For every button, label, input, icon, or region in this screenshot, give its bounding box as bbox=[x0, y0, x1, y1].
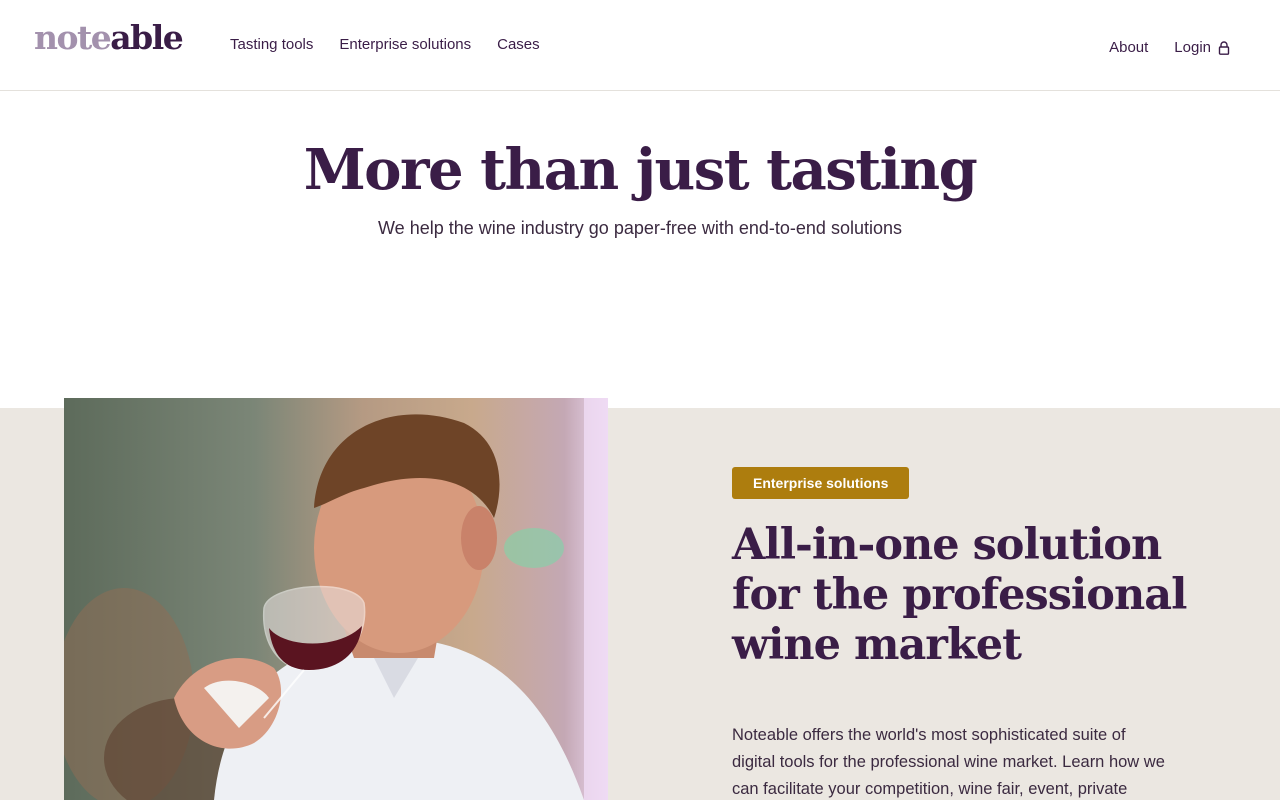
site-header: noteable Tasting tools Enterprise soluti… bbox=[0, 0, 1280, 91]
login-link[interactable]: Login bbox=[1174, 39, 1230, 57]
nav-cases[interactable]: Cases bbox=[497, 36, 540, 54]
main-nav: Tasting tools Enterprise solutions Cases bbox=[230, 36, 540, 54]
lock-icon bbox=[1218, 41, 1230, 55]
section-title: All-in-one solution for the professional… bbox=[732, 520, 1187, 670]
logo[interactable]: noteable bbox=[34, 18, 184, 58]
hero-title: More than just tasting bbox=[303, 137, 978, 203]
login-label: Login bbox=[1174, 39, 1211, 56]
logo-part-note: note bbox=[34, 18, 112, 57]
enterprise-badge[interactable]: Enterprise solutions bbox=[732, 467, 910, 499]
nav-about[interactable]: About bbox=[1109, 39, 1148, 57]
nav-enterprise-solutions[interactable]: Enterprise solutions bbox=[339, 36, 471, 54]
logo-part-able: able bbox=[110, 18, 184, 57]
section-body: Noteable offers the world's most sophist… bbox=[732, 726, 1165, 798]
wine-taster-photo bbox=[64, 398, 608, 800]
nav-tasting-tools[interactable]: Tasting tools bbox=[230, 36, 313, 54]
secondary-nav: About Login bbox=[1109, 39, 1230, 57]
hero-subtitle: We help the wine industry go paper-free … bbox=[378, 218, 902, 238]
